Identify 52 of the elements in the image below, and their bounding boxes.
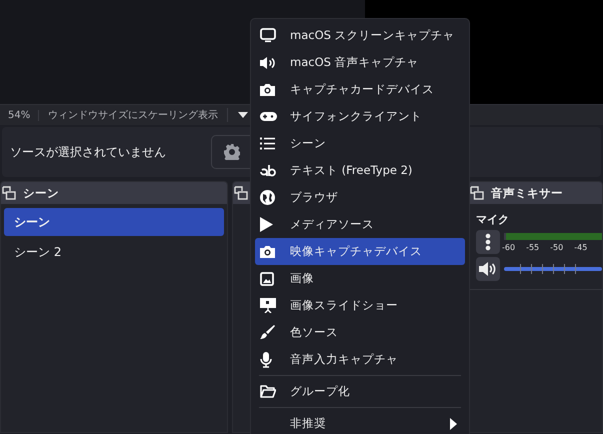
globe-icon — [260, 190, 275, 205]
menu-item[interactable]: 非推奨 — [255, 410, 465, 434]
scene-item[interactable]: シーン — [4, 208, 224, 236]
camera-icon — [260, 83, 275, 96]
menu-item[interactable]: macOS 音声キャプチャ — [255, 49, 465, 76]
menu-item[interactable]: 画像スライドショー — [255, 292, 465, 319]
meter-scale-label: -45 — [574, 242, 588, 252]
more-options-button[interactable] — [476, 230, 500, 254]
panel-title: 音声ミキサー — [491, 186, 563, 200]
mute-button[interactable] — [476, 257, 500, 281]
dock-icon — [2, 186, 16, 200]
channel-name: マイク — [476, 213, 509, 226]
menu-item[interactable]: 画像 — [255, 265, 465, 292]
more-options-icon — [485, 233, 491, 251]
menu-item[interactable]: シーン — [255, 130, 465, 157]
play-icon — [260, 217, 273, 232]
speaker-icon — [260, 56, 277, 70]
meter-scale-label: -50 — [550, 242, 564, 252]
folder-icon — [260, 385, 276, 398]
menu-item[interactable]: グループ化 — [255, 378, 465, 405]
meter-scale-label: -55 — [526, 242, 540, 252]
menu-item[interactable]: 映像キャプチャデバイス — [255, 238, 465, 265]
dropdown-caret-icon[interactable] — [238, 112, 248, 118]
brush-icon — [260, 325, 275, 340]
menu-item[interactable]: macOS スクリーンキャプチャ — [255, 22, 465, 49]
panel-title: シーン — [23, 186, 59, 200]
list-icon — [260, 137, 275, 150]
menu-item[interactable]: 色ソース — [255, 319, 465, 346]
submenu-arrow-icon — [450, 418, 457, 430]
menu-item[interactable]: サイフォンクライアント — [255, 103, 465, 130]
volume-slider[interactable] — [504, 264, 602, 274]
camera-icon — [260, 245, 275, 258]
gamepad-icon — [260, 112, 277, 121]
menu-item[interactable]: テキスト (FreeType 2) — [255, 157, 465, 184]
scale-mode-select[interactable]: ウィンドウサイズにスケーリング表示 — [39, 108, 228, 122]
dock-icon — [470, 186, 484, 200]
image-icon — [260, 272, 274, 286]
menu-item[interactable]: メディアソース — [255, 211, 465, 238]
gear-icon — [224, 144, 240, 160]
text-format-icon — [260, 164, 276, 176]
monitor-icon — [260, 28, 276, 43]
menu-item[interactable]: キャプチャカードデバイス — [255, 76, 465, 103]
scene-item[interactable]: シーン 2 — [4, 238, 224, 266]
menu-item[interactable]: ブラウザ — [255, 184, 465, 211]
meter-scale-label: -60 — [502, 242, 516, 252]
microphone-icon — [260, 352, 272, 368]
menu-item[interactable]: 音声入力キャプチャ — [255, 346, 465, 373]
no-source-message: ソースが選択されていません — [10, 144, 167, 160]
speaker-icon — [479, 261, 497, 277]
projector-screen-icon — [260, 298, 276, 313]
zoom-level: 54% — [0, 110, 40, 120]
dock-icon — [234, 186, 248, 200]
